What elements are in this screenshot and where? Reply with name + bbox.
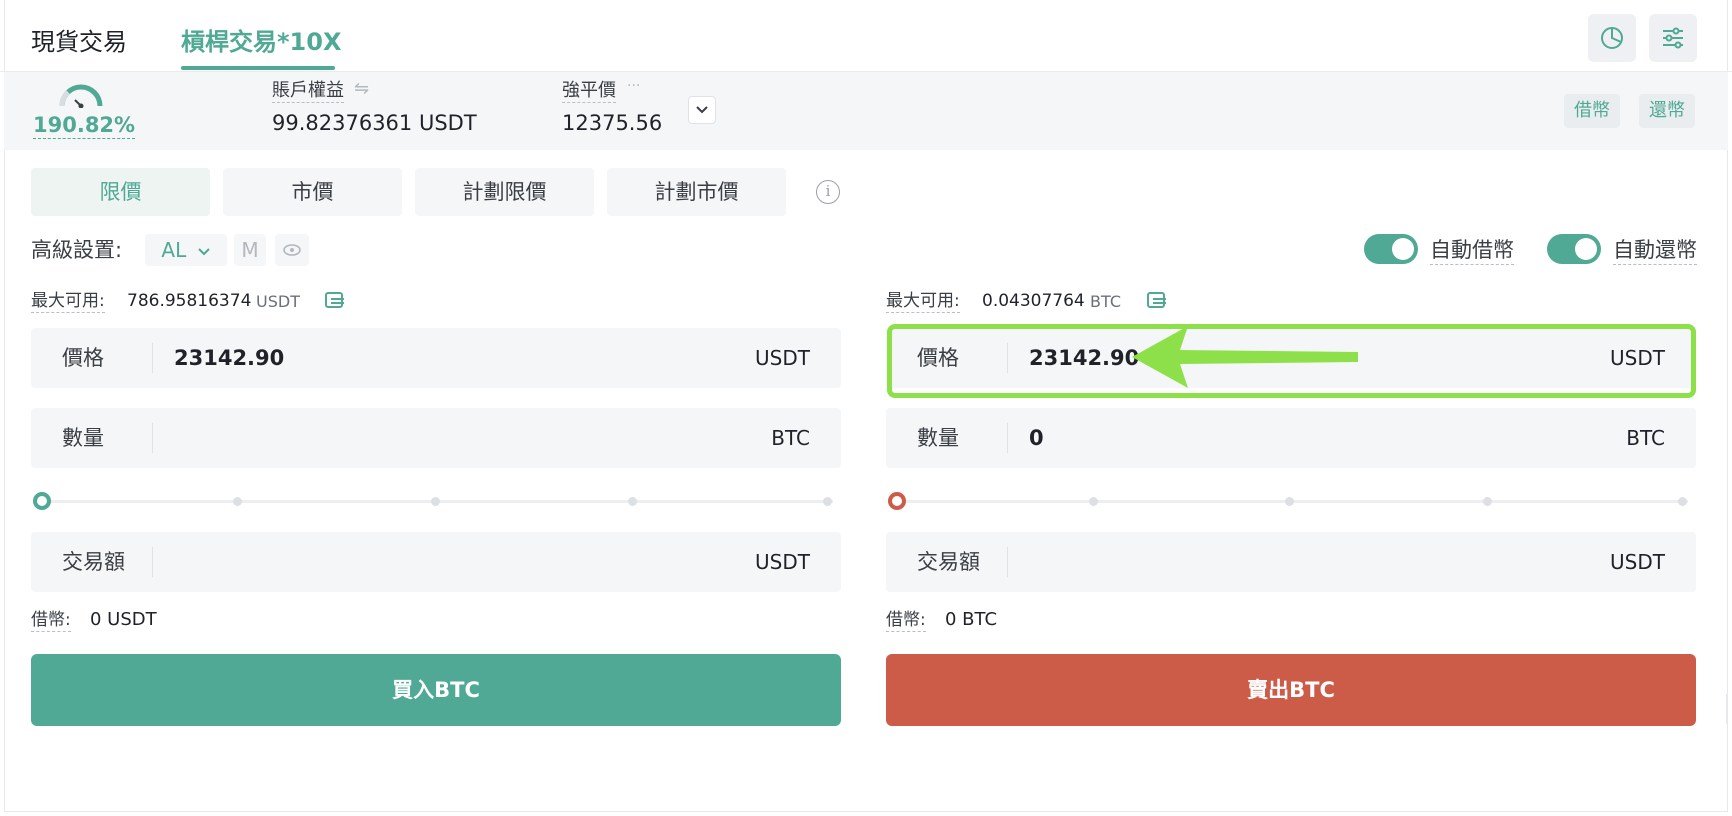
sell-amount-unit: BTC (1626, 426, 1665, 450)
buy-price-label: 價格 (62, 346, 104, 370)
buy-max-available-value: 786.95816374 (127, 291, 252, 311)
slider-step-50[interactable] (1285, 497, 1294, 506)
buy-borrow-value: 0 USDT (90, 609, 157, 630)
order-type-market[interactable]: 市價 (223, 168, 402, 216)
buy-max-available-label: 最大可用: (31, 291, 105, 313)
chevron-down-icon (696, 106, 708, 114)
liquidation-price-label[interactable]: 強平價 (562, 80, 616, 103)
buy-percent-slider[interactable] (33, 491, 833, 511)
slider-step-75[interactable] (1483, 497, 1492, 506)
buy-price-unit: USDT (755, 346, 810, 370)
buy-borrow-label: 借幣: (31, 610, 71, 632)
equity-label[interactable]: 賬戶權益 (272, 80, 344, 103)
sell-btc-button[interactable]: 賣出BTC (886, 654, 1696, 726)
al-select[interactable]: AL (145, 234, 227, 266)
sell-amount-field: 數量 BTC (886, 408, 1696, 468)
order-type-plan-limit[interactable]: 計劃限價 (415, 168, 594, 216)
order-type-plan-market[interactable]: 計劃市價 (607, 168, 786, 216)
account-summary-bar: 190.82% 賬戶權益 ⇋ 99.82376361 USDT 強平價 ··· … (4, 72, 1728, 150)
slider-step-25[interactable] (233, 497, 242, 506)
panel-edge (1726, 694, 1732, 724)
sell-amount-input[interactable] (1029, 418, 1589, 458)
buy-price-field: 價格 USDT (31, 328, 841, 388)
field-divider (152, 423, 153, 453)
sell-borrow-label: 借幣: (886, 610, 926, 632)
buy-btc-button[interactable]: 買入BTC (31, 654, 841, 726)
pie-chart-icon (1601, 27, 1623, 49)
liquidation-price-value: 12375.56 (562, 111, 663, 135)
arrow-annotation-icon (1132, 326, 1358, 388)
account-dropdown-button[interactable] (688, 96, 716, 124)
auto-repay-label: 自動還幣 (1613, 236, 1697, 265)
sell-max-available-label: 最大可用: (886, 291, 960, 313)
chevron-down-icon (197, 248, 210, 256)
sell-total-unit: USDT (1610, 550, 1665, 574)
buy-total-unit: USDT (755, 550, 810, 574)
tab-spot-trading[interactable]: 現貨交易 (31, 26, 127, 58)
repay-button[interactable]: 還幣 (1639, 94, 1695, 128)
m-chip[interactable]: M (234, 234, 266, 266)
wallet-transfer-icon (325, 292, 344, 308)
sell-total-input[interactable] (1029, 542, 1589, 582)
swap-icon[interactable]: ⇋ (354, 78, 369, 99)
buy-total-label: 交易額 (62, 550, 125, 574)
sell-total-field: 交易額 USDT (886, 532, 1696, 592)
slider-step-100[interactable] (1678, 497, 1687, 506)
settings-sliders-icon (1663, 27, 1683, 49)
risk-rate[interactable]: 190.82% (33, 112, 136, 139)
pie-chart-button[interactable] (1588, 14, 1636, 62)
sell-borrow-value: 0 BTC (945, 609, 998, 630)
field-divider (152, 547, 153, 577)
slider-step-100[interactable] (823, 497, 832, 506)
auto-borrow-toggle[interactable] (1364, 234, 1418, 264)
sell-max-available-unit: BTC (1090, 292, 1121, 311)
buy-transfer-button[interactable] (324, 289, 346, 311)
sell-total-label: 交易額 (917, 550, 980, 574)
field-divider (1007, 547, 1008, 577)
info-icon[interactable]: i (816, 180, 840, 204)
slider-step-25[interactable] (1089, 497, 1098, 506)
sell-amount-label: 數量 (917, 426, 959, 450)
al-select-value: AL (161, 238, 187, 262)
sell-percent-slider[interactable] (888, 491, 1688, 511)
settings-button[interactable] (1649, 14, 1697, 62)
sell-slider-thumb[interactable] (888, 492, 906, 510)
slider-step-75[interactable] (628, 497, 637, 506)
active-tab-indicator (181, 66, 335, 70)
more-icon[interactable]: ··· (627, 78, 640, 94)
gauge-icon (59, 84, 103, 108)
borrow-button[interactable]: 借幣 (1564, 94, 1620, 128)
equity-value: 99.82376361 USDT (272, 111, 477, 135)
eye-icon (283, 244, 301, 256)
buy-amount-label: 數量 (62, 426, 104, 450)
tab-margin-trading[interactable]: 槓桿交易*10X (181, 26, 341, 58)
trade-mode-tabs: 現貨交易 槓桿交易*10X (0, 0, 1732, 72)
visibility-toggle[interactable] (275, 234, 309, 266)
order-type-limit[interactable]: 限價 (31, 168, 210, 216)
wallet-transfer-icon (1147, 292, 1166, 308)
buy-slider-thumb[interactable] (33, 492, 51, 510)
auto-repay-toggle[interactable] (1547, 234, 1601, 264)
auto-borrow-label: 自動借幣 (1430, 236, 1514, 265)
buy-amount-unit: BTC (771, 426, 810, 450)
buy-price-input[interactable] (174, 338, 734, 378)
field-divider (152, 343, 153, 373)
buy-max-available-unit: USDT (256, 292, 300, 311)
sell-max-available-value: 0.04307764 (982, 291, 1085, 311)
buy-total-field: 交易額 USDT (31, 532, 841, 592)
advanced-settings-label: 高級設置: (31, 238, 123, 262)
sell-transfer-button[interactable] (1146, 289, 1168, 311)
slider-step-50[interactable] (431, 497, 440, 506)
field-divider (1007, 423, 1008, 453)
buy-total-input[interactable] (174, 542, 734, 582)
buy-amount-input[interactable] (174, 418, 734, 458)
buy-amount-field: 數量 BTC (31, 408, 841, 468)
